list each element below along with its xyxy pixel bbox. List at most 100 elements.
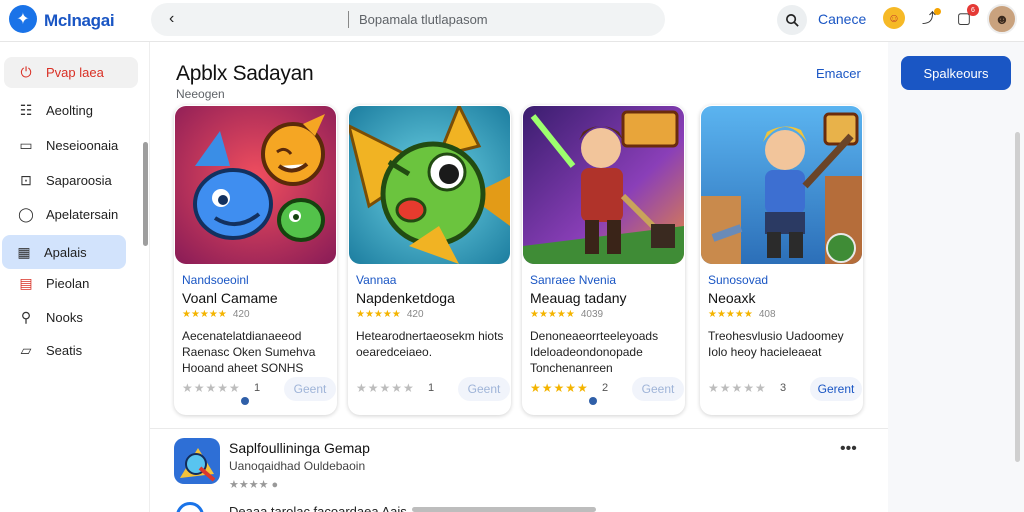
review-count: 2 xyxy=(602,382,609,394)
back-arrow-icon[interactable]: ‹ xyxy=(169,10,174,28)
search-divider xyxy=(348,11,349,28)
list-item-meta: ★★★★ ● xyxy=(229,479,279,491)
rating-number: 4039 xyxy=(580,309,604,320)
sidebar-item-4[interactable]: ◯ Apelatersain xyxy=(4,199,138,230)
search-button[interactable] xyxy=(777,5,807,35)
top-bar: ✦ Mclnagai ‹ Canece ☺ ⤴ ▢ 6 ☻ xyxy=(0,0,1024,42)
notifications-button[interactable]: ▢ 6 xyxy=(953,4,979,29)
user-rating-stars[interactable]: ★★★★★ xyxy=(530,381,589,395)
list-item-subtitle: Uanoqaidhad Ouldebaoin xyxy=(229,459,366,473)
review-count: 1 xyxy=(428,382,435,394)
app-artwork-image xyxy=(523,106,684,264)
chat-bubble-icon: ◯ xyxy=(18,206,34,222)
app-description: Aecenatelatdianaeeod Raenasc Oken Sumehv… xyxy=(182,329,316,375)
achievement-badge-icon[interactable]: ☺ xyxy=(883,7,905,29)
cancel-button[interactable]: Canece xyxy=(818,11,866,27)
user-rating-stars[interactable]: ★★★★★ xyxy=(182,381,241,395)
sidebar-item-label: Aeolting xyxy=(46,103,93,118)
rating-stars: ★★★★★ xyxy=(530,309,575,320)
sidebar-item-3[interactable]: ⊡ Saparoosia xyxy=(4,165,138,196)
sidebar-item-7[interactable]: ⚲ Nooks xyxy=(4,302,138,333)
rating-stars: ★★★★★ xyxy=(708,309,753,320)
app-card[interactable]: Sunosovad Neoaxk ★★★★★ 408 Treohesvlusio … xyxy=(700,105,863,415)
rating-stars: ★★★★★ xyxy=(182,309,227,320)
sidebar-item-8[interactable]: ▱ Seatis xyxy=(4,335,138,366)
app-description: Hetearodnertaeosekm hiots oearedceiaeo. xyxy=(356,329,504,359)
book-icon: ▤ xyxy=(19,275,33,291)
app-category: Nandsoeoinl xyxy=(182,273,249,287)
power-icon: ⏻ xyxy=(20,64,32,80)
app-artwork-image xyxy=(175,106,336,264)
review-count: 1 xyxy=(254,382,261,394)
list-item-title[interactable]: Deaaa tarolac facoardaea Aais xyxy=(229,504,407,512)
sidebar-item-6[interactable]: ▤ Pieolan xyxy=(4,268,138,299)
rating-number: 420 xyxy=(406,309,424,320)
search-bar: ‹ xyxy=(151,3,665,36)
sidebar-item-label: Neseioonaia xyxy=(46,138,119,153)
app-name: Voanl Camame xyxy=(182,290,278,306)
section-divider xyxy=(150,428,888,429)
sidebar: ⏻ Pvap laea ☷ Aeolting ▭ Neseioonaia ⊡ S… xyxy=(0,42,150,512)
share-button[interactable]: ⤴ xyxy=(918,7,941,29)
app-card[interactable]: Sanraee Nvenia Meauag tadany ★★★★★ 4039 D… xyxy=(522,105,685,415)
more-options-icon[interactable]: ••• xyxy=(840,440,857,458)
window-icon: ⊡ xyxy=(20,172,32,188)
rating-number: 420 xyxy=(232,309,250,320)
search-icon xyxy=(785,13,799,27)
app-name: Napdenketdoga xyxy=(356,290,455,306)
app-card[interactable]: Vannaa Napdenketdoga ★★★★★ 420 Hetearodne… xyxy=(348,105,511,415)
search-input[interactable] xyxy=(359,9,639,30)
app-card[interactable]: Nandsoeoinl Voanl Camame ★★★★★ 420 Aecena… xyxy=(174,105,337,415)
list-item-icon xyxy=(176,502,204,512)
user-avatar[interactable]: ☻ xyxy=(987,4,1017,34)
rating-number: 408 xyxy=(758,309,776,320)
get-button[interactable]: Geent xyxy=(284,377,336,401)
wrench-icon: ⚲ xyxy=(20,309,32,325)
app-brand[interactable]: Mclnagai xyxy=(44,11,115,31)
user-rating-stars[interactable]: ★★★★★ xyxy=(708,381,767,395)
app-logo-icon[interactable]: ✦ xyxy=(9,5,37,33)
list-app-icon[interactable] xyxy=(174,438,220,484)
page-scrollbar[interactable] xyxy=(1015,132,1020,462)
share-indicator xyxy=(934,8,941,15)
section-title: Apblx Sadayan xyxy=(176,62,314,85)
app-category: Vannaa xyxy=(356,273,397,287)
get-button[interactable]: Geent xyxy=(632,377,684,401)
main-content: Apblx Sadayan Neeogen Emacer Nandsoeoinl… xyxy=(150,42,888,512)
sidebar-item-primary[interactable]: ⏻ Pvap laea xyxy=(4,57,138,88)
document-icon: ▭ xyxy=(19,137,33,153)
app-category: Sanraee Nvenia xyxy=(530,273,617,287)
folder-icon: ▱ xyxy=(20,342,32,358)
primary-action-button[interactable]: Spalkeours xyxy=(901,56,1011,90)
app-rating: ★★★★★ 420 xyxy=(356,309,424,320)
app-name: Neoaxk xyxy=(708,290,756,306)
sidebar-item-label: Apalais xyxy=(44,244,87,260)
notification-badge: 6 xyxy=(967,4,979,16)
see-more-link[interactable]: Emacer xyxy=(816,66,861,81)
info-dot-icon xyxy=(241,397,249,405)
app-rating: ★★★★★ 4039 xyxy=(530,309,603,320)
sidebar-item-label: Apelatersain xyxy=(46,207,119,222)
sidebar-item-label: Seatis xyxy=(46,343,83,358)
get-button[interactable]: Gerent xyxy=(810,377,862,401)
list-item-title[interactable]: Saplfoullininga Gemap xyxy=(229,440,370,456)
user-rating-stars[interactable]: ★★★★★ xyxy=(356,381,415,395)
info-dot-icon xyxy=(589,397,597,405)
review-count: 3 xyxy=(780,382,787,394)
get-button[interactable]: Geent xyxy=(458,377,510,401)
sidebar-scrollbar[interactable] xyxy=(143,142,148,246)
grid-icon: ▦ xyxy=(17,243,31,260)
app-rating: ★★★★★ 408 xyxy=(708,309,776,320)
app-name: Meauag tadany xyxy=(530,290,627,306)
app-artwork-image xyxy=(701,106,862,264)
sidebar-item-1[interactable]: ☷ Aeolting xyxy=(4,95,138,126)
app-category: Sunosovad xyxy=(708,273,769,287)
sidebar-item-label: Saparoosia xyxy=(46,173,112,188)
section-subtitle: Neeogen xyxy=(176,87,225,101)
rating-stars: ★★★★★ xyxy=(356,309,401,320)
horizontal-scrollbar[interactable] xyxy=(412,507,596,512)
sidebar-item-5[interactable]: ▦ Apalais xyxy=(2,235,126,269)
sidebar-item-label: Pieolan xyxy=(46,276,90,291)
sidebar-item-2[interactable]: ▭ Neseioonaia xyxy=(4,130,138,161)
sidebar-item-label: Pvap laea xyxy=(46,65,104,80)
